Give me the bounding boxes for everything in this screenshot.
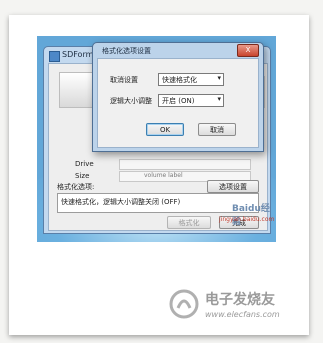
erase-setting-label: 取消设置 [110,76,138,84]
format-button[interactable]: 格式化 [167,216,211,229]
resize-setting-label: 逻辑大小调整 [110,97,152,105]
erase-setting-value: 快速格式化 [162,76,197,84]
format-options-summary: 快速格式化，逻辑大小调整关闭 (OFF) [57,193,259,213]
resize-setting-select[interactable]: 开启 (ON) ▾ [158,94,224,107]
cancel-button[interactable]: 取消 [198,123,236,136]
elecfans-url: www.elecfans.com [205,310,280,319]
erase-setting-select[interactable]: 快速格式化 ▾ [158,73,224,86]
size-label: Size [75,172,90,180]
drive-select[interactable] [119,159,251,170]
baidu-watermark: Baidu经验 [232,204,270,227]
dropdown-arrow-icon: ▾ [217,74,221,82]
drive-label: Drive [75,160,94,168]
format-options-dialog: 格式化选项设置 X 取消设置 快速格式化 ▾ 逻辑大小调整 开启 (ON) ▾ … [92,42,264,152]
app-icon [49,51,60,62]
resize-setting-value: 开启 (ON) [162,97,195,105]
size-value: volume label [144,172,183,179]
ok-button[interactable]: OK [146,123,184,136]
baidu-site-watermark: jingyan.baidu.com [219,216,275,223]
dropdown-arrow-icon: ▾ [217,95,221,103]
dialog-client-area: 取消设置 快速格式化 ▾ 逻辑大小调整 开启 (ON) ▾ OK 取消 [97,58,259,148]
dialog-title: 格式化选项设置 [102,47,151,55]
screenshot: SDFormat SD 协会 Drive Size volume label 格… [37,36,276,242]
elecfans-logo-icon [169,289,199,319]
summary-text: 快速格式化，逻辑大小调整关闭 (OFF) [61,198,181,206]
close-button[interactable]: X [237,44,259,57]
option-settings-button[interactable]: 选项设置 [207,180,259,193]
elecfans-brand: 电子发烧友 [205,292,275,308]
format-options-label: 格式化选项: [57,183,95,191]
